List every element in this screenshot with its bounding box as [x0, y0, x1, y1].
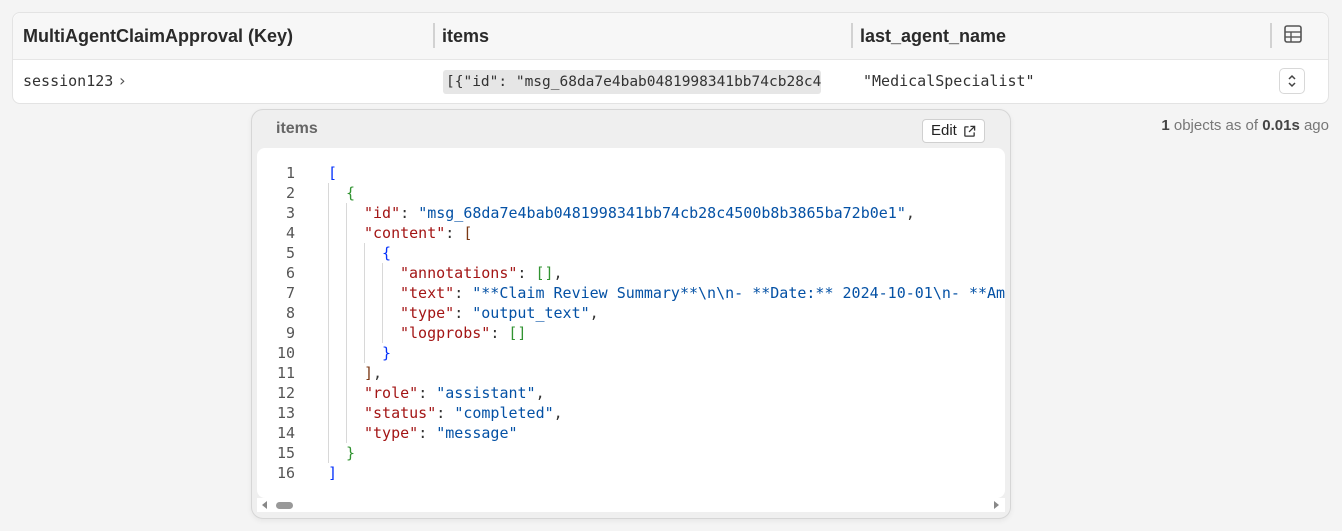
json-key: "text"	[400, 284, 455, 302]
line-number: 2	[285, 184, 295, 202]
scroll-left-arrow-icon[interactable]	[262, 501, 267, 509]
header-key[interactable]: MultiAgentClaimApproval (Key)	[23, 13, 293, 59]
code-line: 8 "type": "output_text",	[257, 303, 1005, 323]
status-label: objects as of	[1169, 117, 1263, 134]
json-value: "output_text"	[472, 304, 590, 322]
scroll-right-arrow-icon[interactable]	[994, 501, 999, 509]
column-resize-handle[interactable]	[1270, 23, 1272, 48]
line-number: 10	[276, 344, 295, 362]
data-table: MultiAgentClaimApproval (Key) items last…	[12, 12, 1329, 104]
object-count: 1	[1161, 117, 1170, 134]
code-line: 15 }	[257, 443, 1005, 463]
json-value: "msg_68da7e4bab0481998341bb74cb28c4500b8…	[418, 204, 906, 222]
expand-updown-icon	[1288, 74, 1296, 88]
header-last-agent-name[interactable]: last_agent_name	[860, 13, 1006, 59]
json-value: "completed"	[454, 404, 554, 422]
json-key: "role"	[364, 384, 419, 402]
query-time: 0.01s	[1262, 117, 1300, 134]
json-value: "assistant"	[436, 384, 536, 402]
code-line: 16 ]	[257, 463, 1005, 483]
code-line: 3 "id": "msg_68da7e4bab0481998341bb74cb2…	[257, 203, 1005, 223]
json-code-viewer[interactable]: 1 [ 2 { 3 "id": "msg_68da7e4bab048199834…	[257, 148, 1005, 498]
json-key: "status"	[364, 404, 437, 422]
header-items[interactable]: items	[442, 13, 489, 59]
code-line: 2 {	[257, 183, 1005, 203]
code-line: 10 }	[257, 343, 1005, 363]
json-key: "type"	[364, 424, 419, 442]
line-number: 14	[276, 424, 295, 442]
code-line: 12 "role": "assistant",	[257, 383, 1005, 403]
code-line: 9 "logprobs": []	[257, 323, 1005, 343]
items-cell[interactable]: [{"id": "msg_68da7e4bab0481998341bb74cb2…	[443, 70, 821, 94]
code-line: 11 ],	[257, 363, 1005, 383]
popover-title: items	[276, 120, 318, 137]
edit-label: Edit	[931, 122, 957, 139]
json-key: "logprobs"	[400, 324, 491, 342]
code-line: 7 "text": "**Claim Review Summary**\n\n-…	[257, 283, 1005, 303]
row-key-cell[interactable]: session123 ›	[23, 59, 127, 103]
code-line: 6 "annotations": [],	[257, 263, 1005, 283]
scrollbar-thumb[interactable]	[276, 502, 293, 509]
code-line: 13 "status": "completed",	[257, 403, 1005, 423]
column-resize-handle[interactable]	[433, 23, 435, 48]
code-line: 1 [	[257, 163, 1005, 183]
line-number: 12	[276, 384, 295, 402]
line-number: 11	[276, 364, 295, 382]
json-key: "annotations"	[400, 264, 518, 282]
line-number: 7	[285, 284, 295, 302]
json-key: "id"	[364, 204, 401, 222]
expand-row-button[interactable]	[1279, 68, 1305, 94]
json-value: "message"	[436, 424, 518, 442]
chevron-right-icon[interactable]: ›	[117, 59, 127, 103]
json-value: "**Claim Review Summary**\n\n- **Date:**…	[472, 284, 1005, 302]
line-number: 1	[285, 164, 295, 182]
line-number: 16	[276, 464, 295, 482]
code-line: 14 "type": "message"	[257, 423, 1005, 443]
json-key: "content"	[364, 224, 446, 242]
json-key: "type"	[400, 304, 455, 322]
line-number: 8	[285, 304, 295, 322]
line-number: 9	[285, 324, 295, 342]
edit-button[interactable]: Edit	[922, 119, 985, 143]
items-popover: items Edit 1 [ 2 { 3 "id": "msg_68da7e4b…	[251, 109, 1011, 519]
last-agent-name-cell: "MedicalSpecialist"	[863, 72, 1035, 90]
line-number: 6	[285, 264, 295, 282]
line-number: 15	[276, 444, 295, 462]
external-link-icon	[964, 125, 976, 137]
line-number: 3	[285, 204, 295, 222]
row-key[interactable]: session123	[23, 72, 113, 90]
table-header: MultiAgentClaimApproval (Key) items last…	[13, 13, 1328, 60]
column-resize-handle[interactable]	[851, 23, 853, 48]
horizontal-scrollbar[interactable]	[257, 498, 1005, 512]
code-line: 4 "content": [	[257, 223, 1005, 243]
object-count-status: 1 objects as of 0.01s ago	[1161, 117, 1329, 134]
table-grid-icon[interactable]	[1283, 24, 1303, 44]
status-suffix: ago	[1299, 117, 1329, 134]
code-line: 5 {	[257, 243, 1005, 263]
line-number: 5	[285, 244, 295, 262]
line-number: 4	[285, 224, 295, 242]
line-number: 13	[276, 404, 295, 422]
